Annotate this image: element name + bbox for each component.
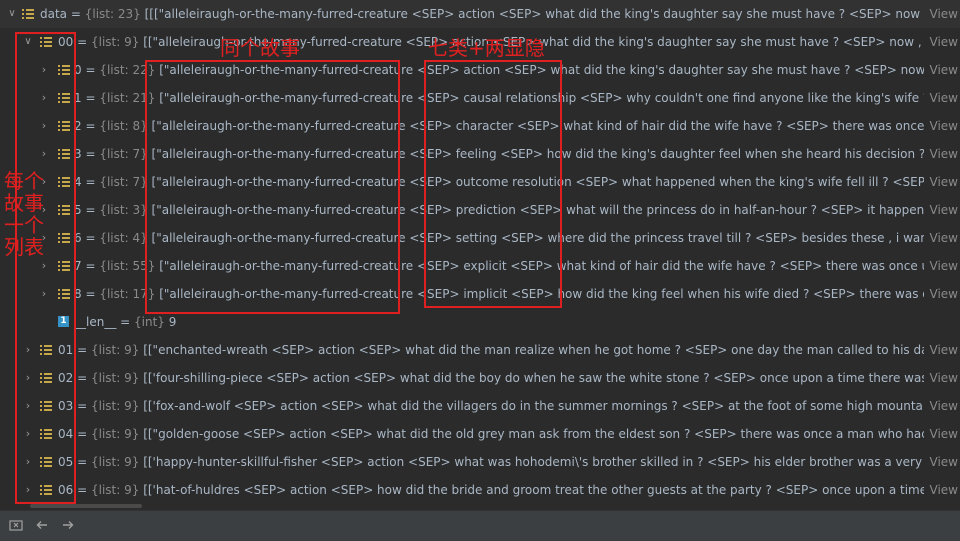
remove-icon[interactable] — [8, 518, 24, 534]
view-link[interactable]: View — [926, 224, 958, 252]
view-link[interactable]: View — [926, 112, 958, 140]
view-link[interactable]: View — [926, 448, 958, 476]
row-value: [["golden-goose <SEP> action <SEP> what … — [143, 427, 924, 441]
row-type: {list: 9} — [90, 343, 140, 357]
row-value: [['fox-and-wolf <SEP> action <SEP> what … — [143, 399, 924, 413]
view-link[interactable]: View — [926, 280, 958, 308]
row-type: {list: 23} — [84, 7, 141, 21]
tree-row-text: 05 = {list: 9} [['happy-hunter-skillful-… — [58, 448, 924, 476]
tree-row-text: 02 = {list: 9} [['four-shilling-piece <S… — [58, 364, 924, 392]
row-type: {int} — [134, 315, 165, 329]
row-type: {list: 9} — [90, 35, 140, 49]
arrow-right-icon[interactable] — [60, 518, 76, 534]
view-link[interactable]: View — [926, 392, 958, 420]
tree-row[interactable]: › 03 = {list: 9} [['fox-and-wolf <SEP> ac… — [0, 392, 960, 420]
annotation-line-1: 每个 — [4, 169, 44, 193]
tree-row[interactable]: › 04 = {list: 9} [["golden-goose <SEP> ac… — [0, 420, 960, 448]
list-icon — [22, 9, 34, 19]
tree-row[interactable]: › 06 = {list: 9} [['hat-of-huldres <SEP> … — [0, 476, 960, 504]
annotation-line-2: 故事 — [4, 191, 44, 215]
row-type: {list: 4} — [99, 231, 148, 245]
row-value: [['four-shilling-piece <SEP> action <SEP… — [143, 371, 924, 385]
horizontal-scrollbar[interactable] — [30, 504, 142, 508]
annotation-same-story-label: 同个故事 — [220, 36, 300, 60]
row-type: {list: 9} — [90, 399, 140, 413]
row-type: {list: 9} — [90, 371, 140, 385]
annotation-box-index-column — [15, 32, 76, 504]
chevron-down-icon[interactable]: ∨ — [6, 0, 18, 28]
annotation-per-story-list-label: 每个 故事 一个 列表 — [2, 170, 46, 258]
tree-row[interactable]: ∨ data = {list: 23} [[["alleleiraugh-or-t… — [0, 0, 960, 28]
row-value: [["enchanted-wreath <SEP> action <SEP> w… — [143, 343, 924, 357]
view-link[interactable]: View — [926, 168, 958, 196]
tree-row[interactable]: › 02 = {list: 9} [['four-shilling-piece <… — [0, 364, 960, 392]
annotation-box-question-type — [424, 60, 562, 308]
annotation-line-3: 一个 — [4, 213, 44, 237]
view-link[interactable]: View — [926, 0, 958, 28]
tree-row-text: data = {list: 23} [[["alleleiraugh-or-th… — [40, 0, 924, 28]
row-value: 9 — [168, 315, 177, 329]
view-link[interactable]: View — [926, 364, 958, 392]
view-link[interactable]: View — [926, 28, 958, 56]
view-link[interactable]: View — [926, 140, 958, 168]
tree-row-int[interactable]: 1 __len__ = {int} 9 — [0, 308, 960, 336]
row-value: [['hat-of-huldres <SEP> action <SEP> how… — [143, 483, 924, 497]
row-value: [['happy-hunter-skillful-fisher <SEP> ac… — [143, 455, 924, 469]
row-key: data — [40, 7, 68, 21]
tree-row-text: 03 = {list: 9} [['fox-and-wolf <SEP> act… — [58, 392, 924, 420]
row-type: {list: 9} — [90, 455, 140, 469]
tree-row-text: 04 = {list: 9} [["golden-goose <SEP> act… — [58, 420, 924, 448]
tree-row-text: 01 = {list: 9} [["enchanted-wreath <SEP>… — [58, 336, 924, 364]
row-type: {list: 9} — [90, 483, 140, 497]
annotation-box-story-name — [145, 60, 400, 314]
tree-row-text: 06 = {list: 9} [['hat-of-huldres <SEP> a… — [58, 476, 924, 504]
view-link[interactable]: View — [926, 476, 958, 504]
tree-row[interactable]: › 05 = {list: 9} [['happy-hunter-skillful… — [0, 448, 960, 476]
view-link[interactable]: View — [926, 56, 958, 84]
row-type: {list: 8} — [99, 119, 148, 133]
row-type: {list: 9} — [90, 427, 140, 441]
row-type: {list: 7} — [99, 175, 148, 189]
bottom-toolbar — [0, 510, 960, 541]
annotation-line-4: 列表 — [4, 235, 44, 259]
arrow-left-icon[interactable] — [34, 518, 50, 534]
row-value: [[["alleleiraugh-or-the-many-furred-crea… — [144, 7, 924, 21]
view-link[interactable]: View — [926, 252, 958, 280]
view-link[interactable]: View — [926, 420, 958, 448]
view-link[interactable]: View — [926, 336, 958, 364]
view-link[interactable]: View — [926, 196, 958, 224]
row-type: {list: 7} — [99, 147, 148, 161]
row-key: __len__ — [74, 315, 117, 329]
tree-row[interactable]: › 01 = {list: 9} [["enchanted-wreath <SEP… — [0, 336, 960, 364]
annotation-seven-types-label: 七类+两显隐 — [428, 36, 545, 60]
row-type: {list: 3} — [99, 203, 148, 217]
view-link[interactable]: View — [926, 84, 958, 112]
